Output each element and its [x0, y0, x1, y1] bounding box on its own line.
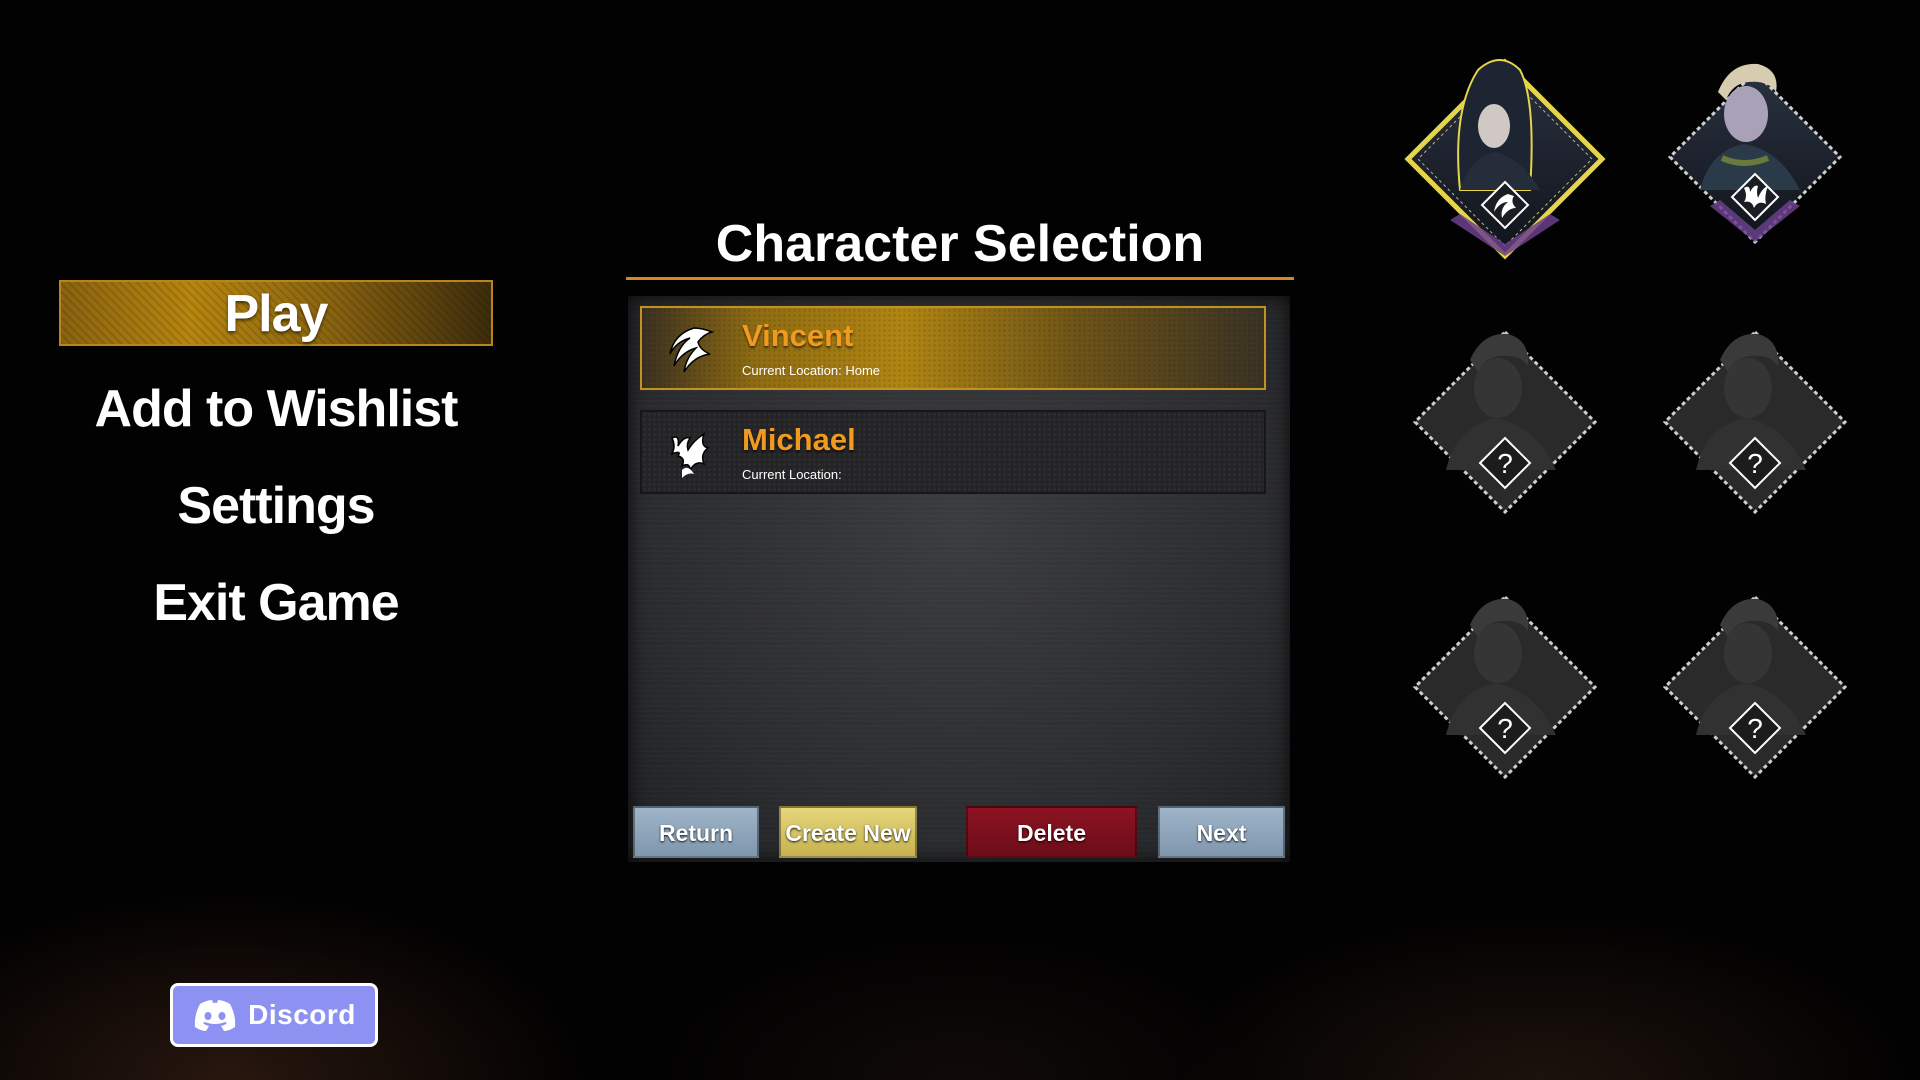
- add-to-wishlist-button[interactable]: Add to Wishlist: [59, 377, 493, 443]
- unknown-character-badge: ?: [1497, 713, 1513, 744]
- settings-button[interactable]: Settings: [59, 474, 493, 540]
- flame-claw-emblem-icon: [670, 432, 710, 478]
- unknown-character-badge: ?: [1747, 448, 1763, 479]
- delete-button[interactable]: Delete: [966, 806, 1137, 858]
- portrait-locked-slot[interactable]: ?: [1390, 310, 1620, 540]
- character-portrait-grid: ? ? ? ?: [1370, 20, 1890, 820]
- create-new-button[interactable]: Create New: [779, 806, 917, 858]
- portrait-locked-slot[interactable]: ?: [1640, 310, 1870, 540]
- page-title: Character Selection: [626, 212, 1294, 280]
- play-button[interactable]: Play: [59, 280, 493, 346]
- portrait-locked-slot[interactable]: ?: [1390, 575, 1620, 805]
- character-location: Current Location:: [742, 467, 842, 482]
- claw-emblem-icon: [669, 327, 715, 373]
- character-row-michael[interactable]: Michael Current Location:: [640, 410, 1266, 494]
- character-location: Current Location: Home: [742, 363, 881, 378]
- character-row-vincent[interactable]: Vincent Current Location: Home: [640, 306, 1266, 390]
- character-selection-panel: Vincent Current Location: Home Michael C…: [628, 296, 1290, 862]
- discord-label: Discord: [248, 999, 356, 1030]
- unknown-character-badge: ?: [1497, 448, 1513, 479]
- main-menu: Play Add to Wishlist Settings Exit Game: [59, 280, 493, 668]
- character-name: Michael: [742, 422, 856, 457]
- character-name: Vincent: [742, 318, 854, 353]
- discord-icon: [194, 1000, 236, 1031]
- exit-game-button[interactable]: Exit Game: [59, 571, 493, 637]
- return-button[interactable]: Return: [633, 806, 759, 858]
- next-button[interactable]: Next: [1158, 806, 1285, 858]
- portrait-blonde-character[interactable]: [1640, 40, 1870, 270]
- portrait-hooded-character[interactable]: [1390, 40, 1620, 270]
- unknown-character-badge: ?: [1747, 713, 1763, 744]
- portrait-locked-slot[interactable]: ?: [1640, 575, 1870, 805]
- discord-button[interactable]: Discord: [170, 983, 378, 1047]
